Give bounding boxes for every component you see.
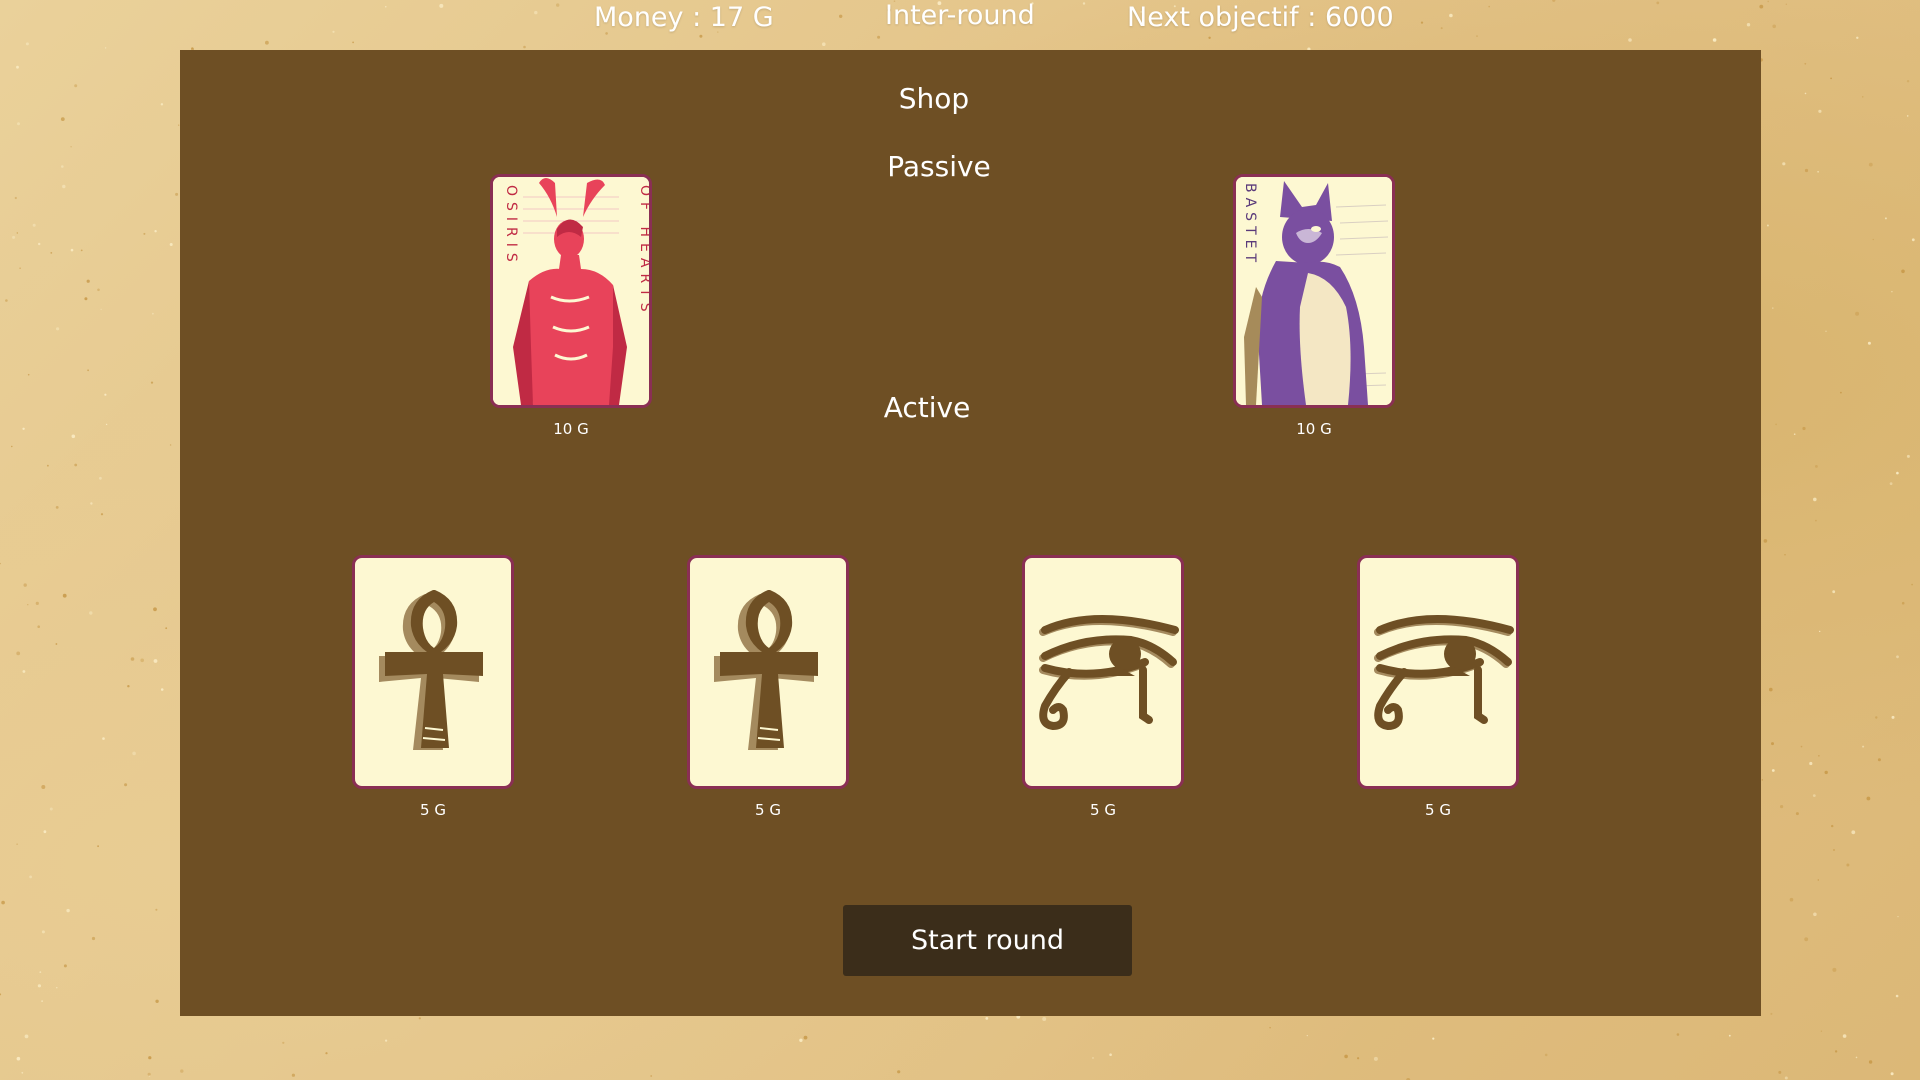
phase-indicator: Inter-round: [885, 0, 1035, 31]
bastet-side-label: BASTET: [1242, 183, 1258, 267]
card-price: 10 G: [553, 420, 589, 438]
shop-item-bastet[interactable]: BASTET 10 G: [1233, 174, 1395, 438]
osiris-side-label-right: OF HEARTS: [637, 185, 649, 318]
shop-panel: Shop Passive Active OSIRIS OF HEARTS 10 …: [180, 50, 1761, 1016]
eye-of-horus-card[interactable]: [1022, 555, 1184, 789]
osiris-card[interactable]: OSIRIS OF HEARTS: [490, 174, 652, 408]
eye-of-horus-icon: [1374, 615, 1514, 731]
money-counter: Money : 17 G: [594, 2, 774, 33]
shop-item-ankh[interactable]: 5 G: [352, 555, 514, 819]
eye-of-horus-icon: [1039, 615, 1179, 731]
osiris-card-art: OSIRIS OF HEARTS: [493, 177, 649, 405]
start-round-button[interactable]: Start round: [843, 905, 1132, 976]
bastet-card[interactable]: BASTET: [1233, 174, 1395, 408]
ankh-icon: [379, 590, 483, 750]
next-objective: Next objectif : 6000: [1127, 2, 1394, 33]
eye-of-horus-card[interactable]: [1357, 555, 1519, 789]
card-price: 5 G: [755, 801, 781, 819]
shop-item-eye-of-horus[interactable]: 5 G: [1022, 555, 1184, 819]
shop-item-osiris[interactable]: OSIRIS OF HEARTS 10 G: [490, 174, 652, 438]
ankh-card[interactable]: [687, 555, 849, 789]
passive-section-title: Passive: [887, 150, 991, 183]
ankh-icon: [714, 590, 818, 750]
card-price: 5 G: [420, 801, 446, 819]
bastet-card-art: BASTET: [1236, 177, 1392, 405]
ankh-card[interactable]: [352, 555, 514, 789]
active-section-title: Active: [883, 391, 971, 424]
shop-item-eye-of-horus[interactable]: 5 G: [1357, 555, 1519, 819]
card-price: 10 G: [1296, 420, 1332, 438]
shop-title: Shop: [898, 82, 970, 115]
card-price: 5 G: [1090, 801, 1116, 819]
osiris-side-label: OSIRIS: [503, 185, 519, 268]
card-price: 5 G: [1425, 801, 1451, 819]
shop-item-ankh[interactable]: 5 G: [687, 555, 849, 819]
